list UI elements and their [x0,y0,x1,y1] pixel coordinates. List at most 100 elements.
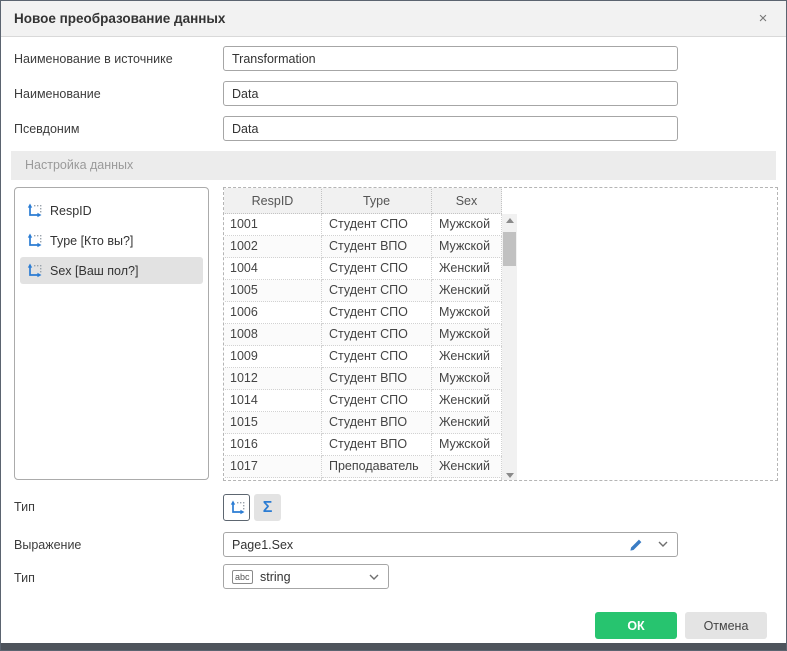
table-cell: Женский [432,258,502,280]
table-cell: Женский [432,346,502,368]
field-list-item[interactable]: Type [Кто вы?] [20,227,203,254]
table-cell: 1017 [223,456,322,478]
table-cell: Женский [432,478,502,481]
table-cell: 1009 [223,346,322,368]
table-row: 1008Студент СПОМужской [223,324,502,346]
dialog-bottom-edge [1,643,786,650]
table-row: 1009Студент СПОЖенский [223,346,502,368]
table-cell: 1012 [223,368,322,390]
table-cell: 1008 [223,324,322,346]
measure-type-button[interactable]: Σ [254,494,281,521]
table-cell: 1001 [223,214,322,236]
data-settings-section-header: Настройка данных [11,151,776,180]
table-cell: Студент ВПО [322,434,432,456]
alias-input[interactable] [223,116,678,141]
expression-field [223,532,678,557]
dimension-icon [26,203,42,219]
field-item-label: Sex [Ваш пол?] [50,264,138,278]
alias-label: Псевдоним [14,122,79,136]
table-row: 1001Студент СПОМужской [223,214,502,236]
table-cell: Студент ВПО [322,478,432,481]
table-row: 1014Студент СПОЖенский [223,390,502,412]
table-cell: Мужской [432,236,502,258]
dimension-icon [26,263,42,279]
table-cell: Мужской [432,368,502,390]
data-type-value: string [260,565,291,589]
table-cell: Студент СПО [322,324,432,346]
column-header[interactable]: Type [322,187,432,214]
table-cell: 1004 [223,258,322,280]
data-type-chevron-down-icon[interactable] [369,574,379,580]
edit-pencil-icon[interactable] [629,537,644,552]
scroll-down-icon[interactable] [502,467,517,481]
table-scrollbar[interactable] [502,214,517,481]
type-buttons-label: Тип [14,500,35,514]
column-header[interactable]: RespID [223,187,322,214]
table-cell: 1014 [223,390,322,412]
table-cell: Мужской [432,434,502,456]
table-row: 1017ПреподавательЖенский [223,456,502,478]
table-row: 1002Студент ВПОМужской [223,236,502,258]
sigma-icon: Σ [263,499,273,517]
table-row: 1015Студент ВПОЖенский [223,412,502,434]
preview-table-body: 1001Студент СПОМужской1002Студент ВПОМуж… [223,214,502,481]
table-cell: 1016 [223,434,322,456]
table-row: 1005Студент СПОЖенский [223,280,502,302]
table-cell: Студент ВПО [322,368,432,390]
field-item-label: Type [Кто вы?] [50,234,133,248]
expression-input[interactable] [223,532,678,557]
fields-list: RespID Type [Кто вы?] Sex [Ваш пол?] [14,187,209,480]
field-list-item[interactable]: RespID [20,197,203,224]
table-cell: Женский [432,390,502,412]
source-name-input[interactable] [223,46,678,71]
table-cell: 1006 [223,302,322,324]
new-data-transformation-dialog: Новое преобразование данных × Наименован… [0,0,787,651]
preview-table: RespIDTypeSex 1001Студент СПОМужской1002… [223,187,502,481]
table-cell: Мужской [432,302,502,324]
table-cell: Студент СПО [322,346,432,368]
table-cell: Женский [432,456,502,478]
cancel-button[interactable]: Отмена [685,612,767,639]
dimension-icon [26,233,42,249]
table-cell: Мужской [432,324,502,346]
column-header[interactable]: Sex [432,187,502,214]
field-list-item[interactable]: Sex [Ваш пол?] [20,257,203,284]
name-label: Наименование [14,87,101,101]
data-preview-region: RespIDTypeSex 1001Студент СПОМужской1002… [223,187,778,481]
table-cell: 1018 [223,478,322,481]
scrollbar-thumb[interactable] [503,232,516,266]
table-row: 1016Студент ВПОМужской [223,434,502,456]
section-title: Настройка данных [25,151,133,180]
close-icon[interactable]: × [752,1,774,36]
scroll-up-icon[interactable] [502,214,517,229]
table-cell: Преподаватель [322,456,432,478]
table-cell: Студент ВПО [322,412,432,434]
dialog-titlebar: Новое преобразование данных × [1,1,786,37]
table-cell: 1015 [223,412,322,434]
dimension-icon [229,500,245,516]
data-type-label: Тип [14,571,35,585]
abc-string-icon: abc [232,570,253,584]
table-row: 1004Студент СПОЖенский [223,258,502,280]
expression-chevron-down-icon[interactable] [658,541,668,547]
field-item-label: RespID [50,204,92,218]
table-row: 1018Студент ВПОЖенский [223,478,502,481]
name-input[interactable] [223,81,678,106]
data-type-select[interactable]: abc string [223,564,389,589]
table-cell: Женский [432,412,502,434]
dimension-type-button[interactable] [223,494,250,521]
table-cell: Студент СПО [322,214,432,236]
table-cell: Студент СПО [322,390,432,412]
table-cell: Студент ВПО [322,236,432,258]
preview-table-head-row: RespIDTypeSex [223,187,502,214]
source-name-label: Наименование в источнике [14,52,173,66]
table-cell: Студент СПО [322,280,432,302]
table-cell: Студент СПО [322,302,432,324]
ok-button[interactable]: ОК [595,612,677,639]
table-cell: Женский [432,280,502,302]
dialog-title: Новое преобразование данных [14,1,225,36]
table-cell: Студент СПО [322,258,432,280]
table-cell: Мужской [432,214,502,236]
table-cell: 1005 [223,280,322,302]
expression-label: Выражение [14,538,81,552]
